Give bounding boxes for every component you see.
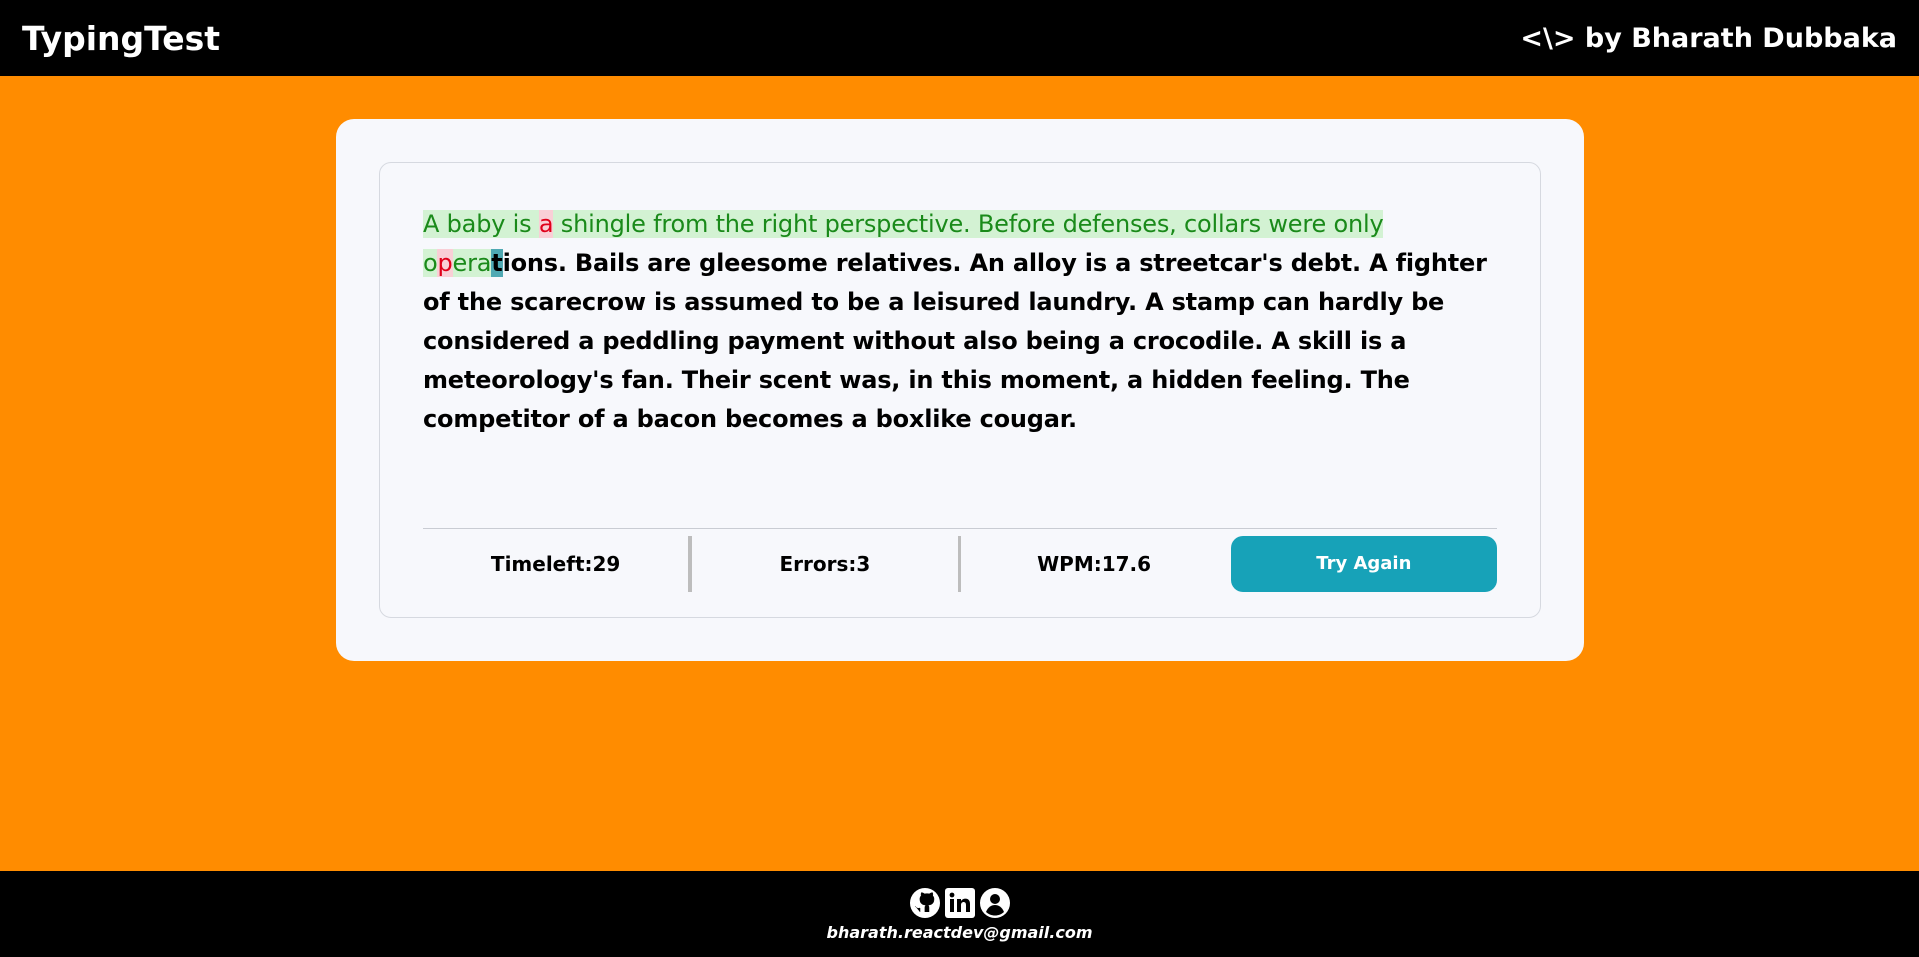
github-icon[interactable] — [909, 887, 941, 919]
app-title: TypingTest — [22, 18, 221, 58]
typed-correct-text: o — [423, 249, 438, 277]
author-credit: <\> by Bharath Dubbaka — [1520, 22, 1897, 54]
typing-cursor: t — [491, 249, 503, 277]
typed-error-text: p — [437, 249, 453, 277]
typed-error-text: a — [538, 210, 554, 238]
typed-correct-text: shingle from the right perspective. Befo… — [553, 210, 1384, 238]
typed-correct-text: era — [452, 249, 492, 277]
linkedin-icon[interactable] — [944, 887, 976, 919]
top-nav-bar: TypingTest <\> by Bharath Dubbaka — [0, 0, 1919, 76]
wpm-stat: WPM:17.6 — [1037, 551, 1152, 576]
social-links — [909, 886, 1011, 920]
profile-icon[interactable] — [979, 887, 1011, 919]
typing-card: A baby is a shingle from the right persp… — [336, 119, 1584, 661]
footer: bharath.reactdev@gmail.com — [0, 871, 1919, 957]
time-left-stat: Timeleft:29 — [490, 551, 621, 576]
errors-stat: Errors:3 — [779, 551, 871, 576]
contact-email[interactable]: bharath.reactdev@gmail.com — [827, 923, 1093, 942]
untyped-text: ions. Bails are gleesome relatives. An a… — [423, 249, 1487, 433]
typing-passage[interactable]: A baby is a shingle from the right persp… — [423, 205, 1503, 439]
try-again-button[interactable]: Try Again — [1230, 535, 1497, 592]
stats-bar: Timeleft:29 Errors:3 WPM:17.6 Try Again — [423, 528, 1497, 598]
typing-panel: A baby is a shingle from the right persp… — [379, 162, 1541, 618]
typed-correct-text: A baby is — [423, 210, 539, 238]
